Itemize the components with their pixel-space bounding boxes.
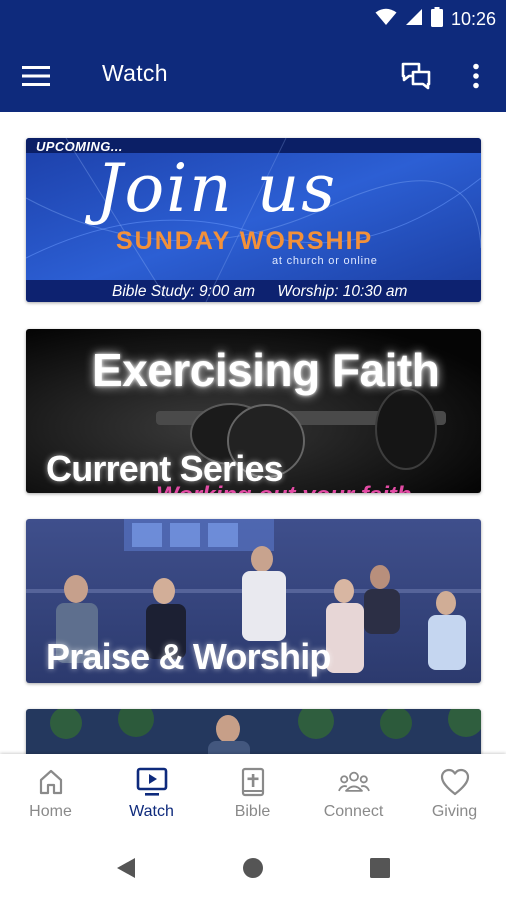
- hamburger-menu-icon: [22, 66, 50, 86]
- nav-bible[interactable]: Bible: [202, 754, 303, 836]
- signal-icon: [405, 8, 423, 31]
- menu-button[interactable]: [14, 54, 58, 98]
- sermon-card-background: [26, 709, 481, 754]
- system-back-button[interactable]: [106, 848, 146, 888]
- service-schedule: Bible Study: 9:00 am Worship: 10:30 am: [112, 283, 407, 301]
- app-bar: Watch: [0, 38, 506, 112]
- nav-giving[interactable]: Giving: [404, 754, 505, 836]
- chat-bubbles-icon: [401, 62, 431, 90]
- bottom-navigation: Home Watch Bible Connect Giving: [0, 754, 506, 836]
- upcoming-event-card[interactable]: UPCOMING... Join us SUNDAY WORSHIP at ch…: [26, 138, 481, 302]
- sermon-video-card[interactable]: [26, 709, 481, 754]
- people-icon: [337, 766, 370, 798]
- wifi-icon: [375, 8, 397, 31]
- sunday-worship-headline: SUNDAY WORSHIP: [116, 227, 374, 255]
- bible-icon: [237, 766, 269, 798]
- nav-watch[interactable]: Watch: [101, 754, 202, 836]
- tv-icon: [136, 766, 168, 798]
- system-home-button[interactable]: [233, 848, 273, 888]
- more-vert-icon: [473, 63, 479, 89]
- video-feed[interactable]: UPCOMING... Join us SUNDAY WORSHIP at ch…: [0, 112, 506, 754]
- system-recents-button[interactable]: [360, 848, 400, 888]
- more-options-button[interactable]: [454, 54, 498, 98]
- series-subtitle: Working out your faith: [156, 482, 412, 493]
- status-bar: 10:26: [0, 0, 506, 38]
- home-icon: [35, 766, 67, 798]
- praise-worship-label: Praise & Worship: [46, 636, 331, 677]
- nav-connect-label: Connect: [323, 803, 384, 820]
- nav-home[interactable]: Home: [0, 754, 101, 836]
- home-circle-icon: [243, 858, 263, 878]
- current-series-card[interactable]: Exercising Faith Current Series Working …: [26, 329, 481, 493]
- worship-time: Worship: 10:30 am: [277, 283, 408, 300]
- back-triangle-icon: [117, 858, 135, 878]
- nav-giving-label: Giving: [431, 803, 478, 820]
- app-root: 10:26 Watch UPCOMING... Join us SUNDAY W…: [0, 0, 506, 900]
- series-title: Exercising Faith: [92, 344, 440, 396]
- nav-home-label: Home: [29, 803, 72, 820]
- status-icons: 10:26: [375, 6, 496, 32]
- recents-square-icon: [370, 858, 390, 878]
- chat-button[interactable]: [394, 54, 438, 98]
- status-time: 10:26: [450, 8, 496, 29]
- nav-bible-label: Bible: [234, 803, 271, 820]
- heart-icon: [439, 766, 471, 798]
- praise-worship-card[interactable]: Praise & Worship: [26, 519, 481, 683]
- nav-watch-label: Watch: [129, 803, 174, 820]
- system-navigation-bar: [0, 836, 506, 900]
- join-us-script-title: Join us: [96, 150, 338, 227]
- church-or-online-subline: at church or online: [272, 255, 378, 267]
- bible-study-time: Bible Study: 9:00 am: [112, 283, 256, 300]
- battery-icon: [430, 6, 443, 32]
- page-title: Watch: [102, 60, 168, 86]
- nav-connect[interactable]: Connect: [303, 754, 404, 836]
